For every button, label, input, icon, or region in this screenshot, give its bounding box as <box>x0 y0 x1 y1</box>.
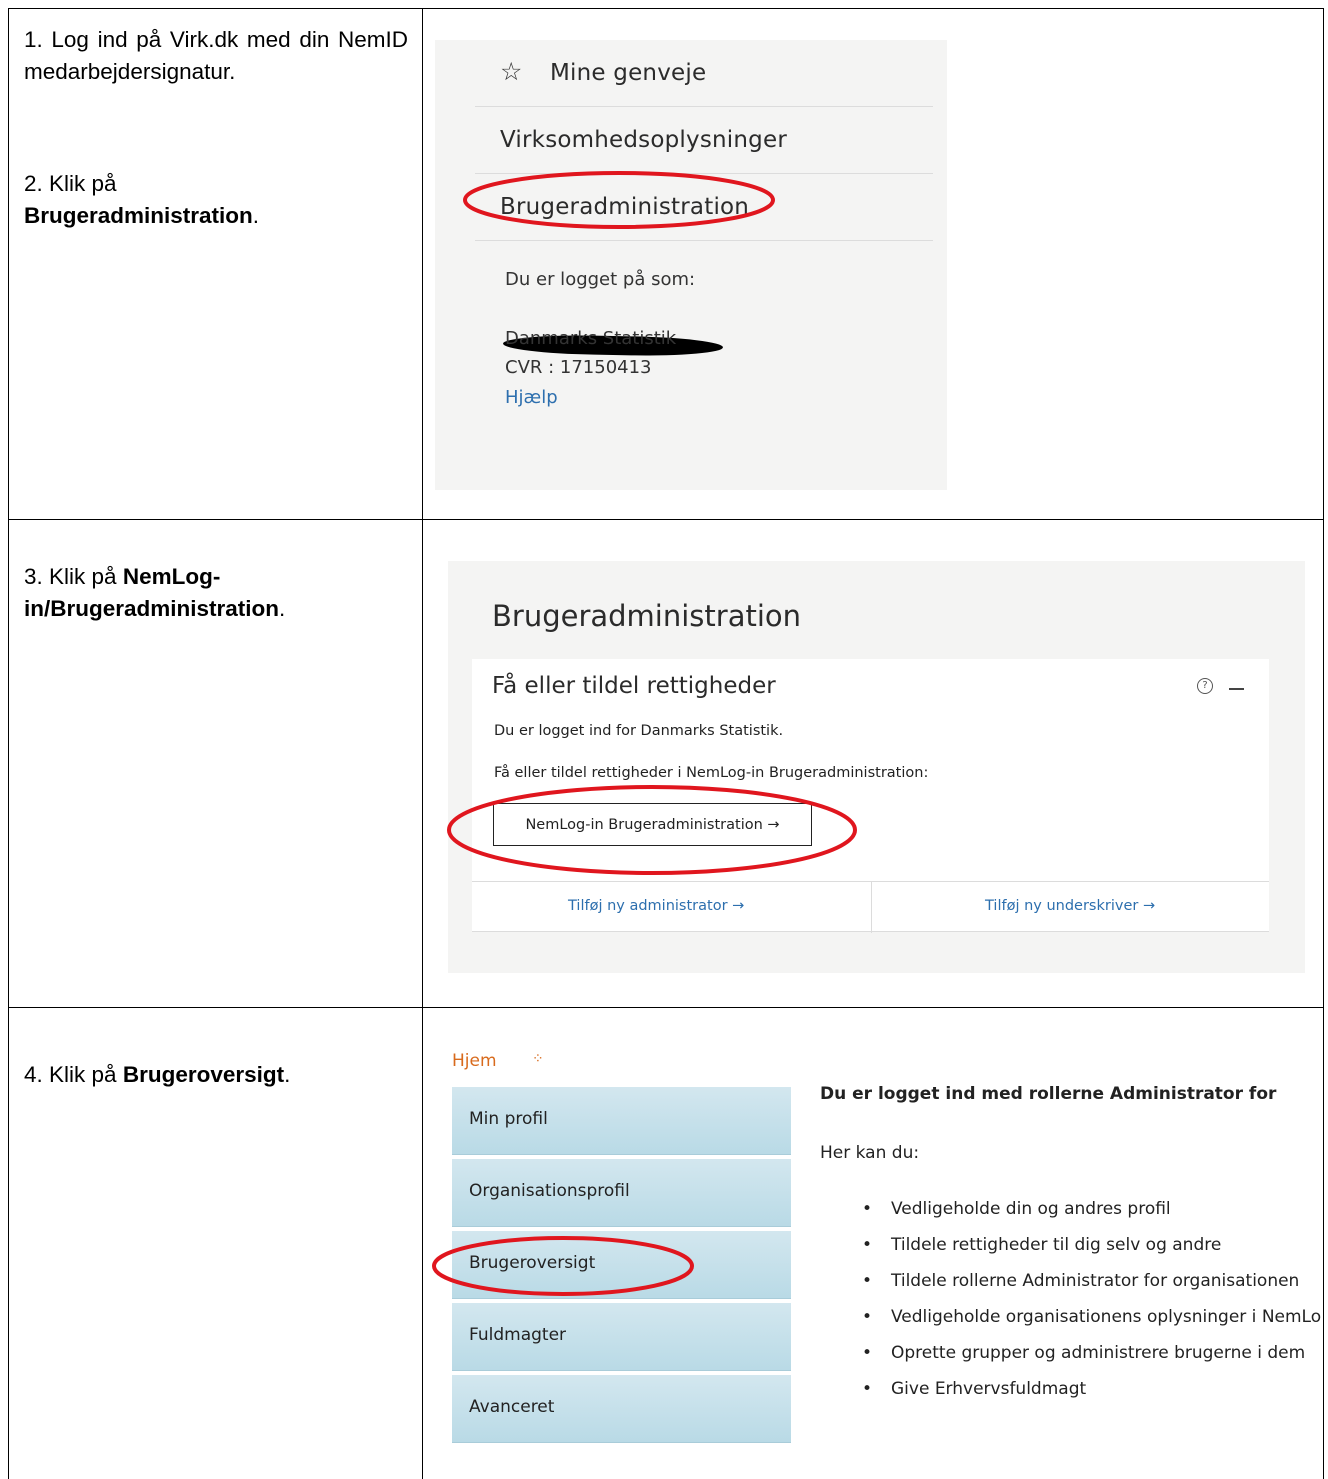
add-administrator-link[interactable]: Tilføj ny administrator → <box>568 898 744 914</box>
nav-item-fuldmagter[interactable]: Fuldmagter <box>452 1303 791 1371</box>
nav-item-organisationsprofil[interactable]: Organisationsprofil <box>452 1159 791 1227</box>
table-row-divider-1 <box>8 519 1324 520</box>
menu-item-mine-genveje[interactable]: ☆ Mine genveje <box>475 40 933 107</box>
table-row-divider-2 <box>8 1007 1324 1008</box>
page-title: Brugeradministration <box>492 599 802 633</box>
nemlog-in-button[interactable]: NemLog-in Brugeradministration → <box>493 803 812 846</box>
nav-label: Min profil <box>469 1109 548 1129</box>
logged-in-label: Du er logget på som: <box>505 269 696 290</box>
nav-label: Avanceret <box>469 1397 555 1417</box>
step-4-text: 4. Klik på Brugeroversigt. <box>24 1059 408 1091</box>
step-2-suffix: . <box>252 203 260 228</box>
list-item: Tildele rollerne Administrator for organ… <box>862 1271 1322 1307</box>
step-2-text: 2. Klik på Brugeradministration. <box>24 168 408 232</box>
list-item: Tildele rettigheder til dig selv og andr… <box>862 1235 1322 1271</box>
add-signatory-link[interactable]: Tilføj ny underskriver → <box>985 898 1155 914</box>
star-icon: ☆ <box>500 57 523 86</box>
logged-in-text: Du er logget ind for Danmarks Statistik. <box>494 723 784 739</box>
welcome-subheading: Her kan du: <box>820 1143 920 1163</box>
rights-card: Få eller tildel rettigheder ? Du er logg… <box>472 659 1269 933</box>
organization-name: Danmarks Statistik <box>505 328 677 349</box>
nav-label: Brugeroversigt <box>469 1253 596 1273</box>
nav-item-min-profil[interactable]: Min profil <box>452 1087 791 1155</box>
step-3-suffix: . <box>279 596 286 621</box>
menu-label: Brugeradministration <box>500 194 750 220</box>
table-border-left <box>8 8 9 1479</box>
step-3-text: 3. Klik på NemLog- in/Brugeradministrati… <box>24 561 408 625</box>
help-link[interactable]: Hjælp <box>505 387 558 408</box>
capabilities-list: Vedligeholde din og andres profil Tildel… <box>862 1199 1322 1415</box>
nav-label: Fuldmagter <box>469 1325 567 1345</box>
list-item: Vedligeholde din og andres profil <box>862 1199 1322 1235</box>
nemlog-in-welcome: Du er logget ind med rollerne Administra… <box>820 1080 1322 1479</box>
step-1-text: 1. Log ind på Virk.dk med din NemID meda… <box>24 27 408 84</box>
collapse-icon[interactable] <box>1229 688 1244 690</box>
step-3-prefix: 3. Klik på <box>24 564 117 589</box>
brugeradministration-screenshot: Brugeradministration Få eller tildel ret… <box>448 561 1305 973</box>
help-icon[interactable]: ? <box>1197 678 1213 694</box>
menu-label: Virksomhedsoplysninger <box>500 127 787 153</box>
step-3-bold-2: in/Brugeradministration <box>24 596 280 621</box>
virk-menu-screenshot: ☆ Mine genveje Virksomhedsoplysninger Br… <box>435 40 947 490</box>
menu-item-brugeradministration[interactable]: Brugeradministration <box>475 174 933 241</box>
step-3-bold-1: NemLog- <box>122 564 221 589</box>
link-divider <box>871 882 872 933</box>
menu-item-virksomhedsoplysninger[interactable]: Virksomhedsoplysninger <box>475 107 933 174</box>
cvr-number: CVR : 17150413 <box>505 357 652 378</box>
welcome-heading: Du er logget ind med rollerne Administra… <box>820 1084 1277 1104</box>
instruction-text: Få eller tildel rettigheder i NemLog-in … <box>494 765 929 781</box>
list-item: Give Erhvervsfuldmagt <box>862 1379 1322 1415</box>
table-border-top <box>8 8 1324 9</box>
nav-label: Organisationsprofil <box>469 1181 630 1201</box>
breadcrumb-separator-icon: ⁘ <box>532 1050 544 1066</box>
step-4-suffix: . <box>284 1062 291 1087</box>
list-item: Vedligeholde organisationens oplysninger… <box>862 1307 1322 1343</box>
menu-label: Mine genveje <box>550 60 707 86</box>
step-4-prefix: 4. Klik på <box>24 1062 117 1087</box>
table-column-divider <box>422 8 423 1479</box>
card-title: Få eller tildel rettigheder <box>492 673 776 699</box>
nav-item-brugeroversigt[interactable]: Brugeroversigt <box>452 1231 791 1299</box>
nav-item-avanceret[interactable]: Avanceret <box>452 1375 791 1443</box>
table-border-right <box>1323 8 1324 1479</box>
card-links: Tilføj ny administrator → Tilføj ny unde… <box>472 881 1269 933</box>
step-2-bold: Brugeradministration <box>24 203 253 228</box>
breadcrumb-home[interactable]: Hjem <box>452 1051 497 1071</box>
step-4-bold: Brugeroversigt <box>122 1062 285 1087</box>
step-2-prefix: 2. Klik på <box>24 171 117 196</box>
list-item: Oprette grupper og administrere brugerne… <box>862 1343 1322 1379</box>
